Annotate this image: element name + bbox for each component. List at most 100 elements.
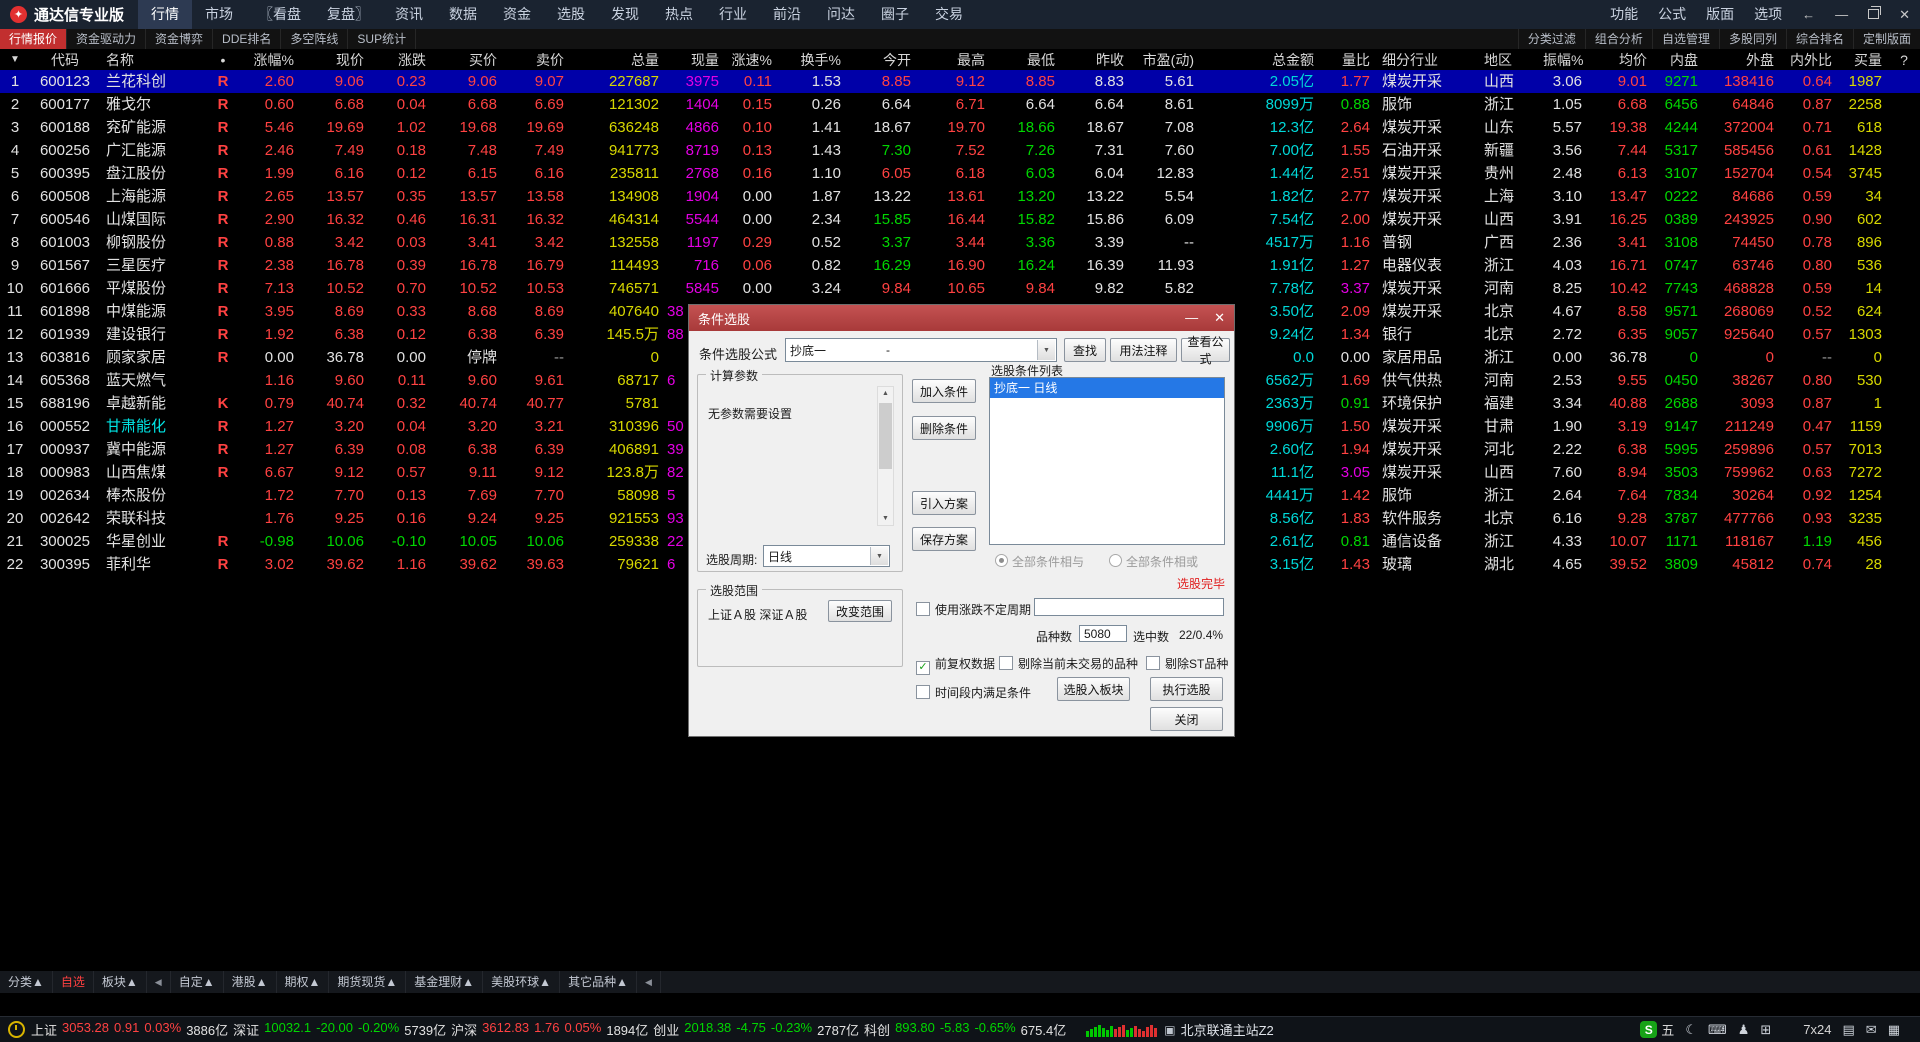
column-header-卖价[interactable]: 卖价	[503, 49, 570, 70]
tab-scroll-icon[interactable]: ◀	[637, 971, 661, 993]
column-header-最高[interactable]: 最高	[917, 49, 991, 70]
tab-美股环球▲[interactable]: 美股环球▲	[483, 971, 561, 993]
index-name-深证[interactable]: 深证	[233, 1020, 259, 1039]
tab-分类▲[interactable]: 分类▲	[0, 971, 53, 993]
toolbar-item-定制版面[interactable]: 定制版面	[1852, 29, 1920, 49]
formula-combobox[interactable]: 抄底一 - ▼	[785, 338, 1057, 362]
view-formula-button[interactable]: 查看公式	[1181, 335, 1230, 366]
condition-listbox[interactable]: 抄底一 日线	[989, 377, 1225, 545]
dialog-minimize-icon[interactable]: —	[1185, 310, 1198, 326]
column-header-市盈(动)[interactable]: 市盈(动)	[1130, 49, 1200, 70]
keyboard-icon[interactable]: ⌨	[1708, 1022, 1727, 1038]
toolbar-item-SUP统计[interactable]: SUP统计	[348, 29, 417, 49]
close-button[interactable]: 关闭	[1150, 707, 1223, 731]
tab-期权▲[interactable]: 期权▲	[277, 971, 330, 993]
user-icon[interactable]: ♟	[1738, 1022, 1750, 1038]
column-header-振幅%[interactable]: 振幅%	[1543, 49, 1588, 70]
menu-item-行业[interactable]: 行业	[706, 0, 760, 29]
toolbar-item-分类过滤[interactable]: 分类过滤	[1517, 29, 1585, 49]
menu-item-发现[interactable]: 发现	[598, 0, 652, 29]
menu-item-行情[interactable]: 行情	[138, 0, 193, 29]
menu-item-问达[interactable]: 问达	[814, 0, 868, 29]
tab-scroll-icon[interactable]: ◀	[147, 971, 171, 993]
tab-基金理财▲[interactable]: 基金理财▲	[406, 971, 484, 993]
index-name-科创[interactable]: 科创	[864, 1020, 890, 1039]
dialog-close-icon[interactable]: ✕	[1214, 310, 1225, 326]
column-header-•[interactable]: •	[208, 49, 238, 70]
toolbar-item-自选管理[interactable]: 自选管理	[1651, 29, 1719, 49]
column-header-昨收[interactable]: 昨收	[1061, 49, 1130, 70]
close-icon[interactable]: ✕	[1889, 7, 1920, 23]
add-condition-button[interactable]: 加入条件	[912, 379, 976, 403]
column-header-细分行业[interactable]: 细分行业	[1376, 49, 1478, 70]
condition-list-item-selected[interactable]: 抄底一 日线	[990, 378, 1224, 398]
menu-item-圈子[interactable]: 圈子	[868, 0, 922, 29]
toolbar-item-多空阵线[interactable]: 多空阵线	[281, 29, 349, 49]
apps-icon[interactable]: ⊞	[1760, 1022, 1771, 1038]
menu-item-选股[interactable]: 选股	[544, 0, 598, 29]
checkbox-updown-period[interactable]: 使用涨跌不定周期	[916, 601, 1031, 618]
execute-select-button[interactable]: 执行选股	[1150, 677, 1223, 701]
index-name-沪深[interactable]: 沪深	[451, 1020, 477, 1039]
column-header-内盘[interactable]: 内盘	[1653, 49, 1704, 70]
updown-period-input[interactable]	[1034, 598, 1224, 616]
table-row[interactable]: 10 601666 平煤股份 R 7.13 10.52 0.70 10.52 10.53 7465…	[0, 277, 1920, 300]
column-header-换手%[interactable]: 换手%	[778, 49, 847, 70]
menu-item-市场[interactable]: 市场	[192, 0, 246, 29]
column-header-地区[interactable]: 地区	[1478, 49, 1543, 70]
panel-icon[interactable]: ▤	[1843, 1022, 1855, 1038]
menu-item-资讯[interactable]: 资讯	[382, 0, 436, 29]
menu-item-交易[interactable]: 交易	[922, 0, 976, 29]
import-plan-button[interactable]: 引入方案	[912, 491, 976, 515]
menu-item-版面[interactable]: 版面	[1696, 0, 1744, 29]
column-header-买价[interactable]: 买价	[432, 49, 503, 70]
table-row[interactable]: 2 600177 雅戈尔 R 0.60 6.68 0.04 6.68 6.69 121302 140…	[0, 93, 1920, 116]
column-header-总金额[interactable]: 总金额	[1200, 49, 1320, 70]
menu-item-资金[interactable]: 资金	[490, 0, 544, 29]
toolbar-item-行情报价[interactable]: 行情报价	[0, 29, 68, 49]
column-header-均价[interactable]: 均价	[1588, 49, 1653, 70]
column-header-代码[interactable]: 代码	[30, 49, 100, 70]
column-header-涨速%[interactable]: 涨速%	[725, 49, 778, 70]
tab-其它品种▲[interactable]: 其它品种▲	[560, 971, 637, 993]
period-combobox[interactable]: 日线 ▼	[763, 545, 890, 567]
minimize-icon[interactable]: —	[1825, 7, 1858, 22]
table-row[interactable]: 9 601567 三星医疗 R 2.38 16.78 0.39 16.78 16.79 11449…	[0, 254, 1920, 277]
mail-icon[interactable]: ✉	[1866, 1022, 1877, 1038]
radio-all-and[interactable]: 全部条件相与	[995, 553, 1084, 570]
delete-condition-button[interactable]: 删除条件	[912, 416, 976, 440]
menu-item-公式[interactable]: 公式	[1648, 0, 1696, 29]
menu-item-选项[interactable]: 选项	[1744, 0, 1792, 29]
back-icon[interactable]: ←	[1792, 7, 1825, 22]
toolbar-item-综合排名[interactable]: 综合排名	[1785, 29, 1853, 49]
menu-item-复盘〗[interactable]: 复盘〗	[314, 0, 382, 29]
find-button[interactable]: 查找	[1064, 338, 1106, 362]
scroll-thumb[interactable]	[879, 403, 892, 469]
checkbox-exclude-not-traded[interactable]: 剔除当前未交易的品种	[999, 655, 1138, 672]
column-header-内外比[interactable]: 内外比	[1780, 49, 1838, 70]
toolbar-item-资金驱动力[interactable]: 资金驱动力	[67, 29, 147, 49]
index-name-上证[interactable]: 上证	[31, 1020, 57, 1039]
checkbox-forward-adjusted[interactable]: ✓ 前复权数据	[916, 655, 995, 675]
scroll-up-icon[interactable]: ▲	[878, 387, 893, 400]
table-row[interactable]: 4 600256 广汇能源 R 2.46 7.49 0.18 7.48 7.49 941773 87…	[0, 139, 1920, 162]
column-header-涨幅%[interactable]: 涨幅%	[238, 49, 300, 70]
tab-自定▲[interactable]: 自定▲	[171, 971, 224, 993]
usage-note-button[interactable]: 用法注释	[1110, 338, 1177, 362]
server-name[interactable]: 北京联通主站Z2	[1181, 1020, 1274, 1039]
chevron-down-icon[interactable]: ▼	[1037, 340, 1055, 360]
params-scrollbar[interactable]: ▲ ▼	[877, 386, 894, 526]
table-row[interactable]: 5 600395 盘江股份 R 1.99 6.16 0.12 6.15 6.16 235811 27…	[0, 162, 1920, 185]
tab-自选[interactable]: 自选	[53, 971, 94, 993]
tab-板块▲[interactable]: 板块▲	[94, 971, 147, 993]
menu-item-热点[interactable]: 热点	[652, 0, 706, 29]
count-input[interactable]: 5080	[1079, 625, 1127, 642]
column-header-买量[interactable]: 买量	[1838, 49, 1888, 70]
toolbar-item-DDE排名[interactable]: DDE排名	[213, 29, 282, 49]
chevron-down-icon[interactable]: ▼	[870, 547, 888, 565]
column-header-?[interactable]: ?	[1888, 49, 1920, 70]
checkbox-time-range[interactable]: 时间段内满足条件	[916, 684, 1031, 701]
column-header-▼[interactable]: ▼	[0, 49, 30, 70]
column-header-现价[interactable]: 现价	[300, 49, 370, 70]
toolbar-item-多股同列[interactable]: 多股同列	[1718, 29, 1786, 49]
